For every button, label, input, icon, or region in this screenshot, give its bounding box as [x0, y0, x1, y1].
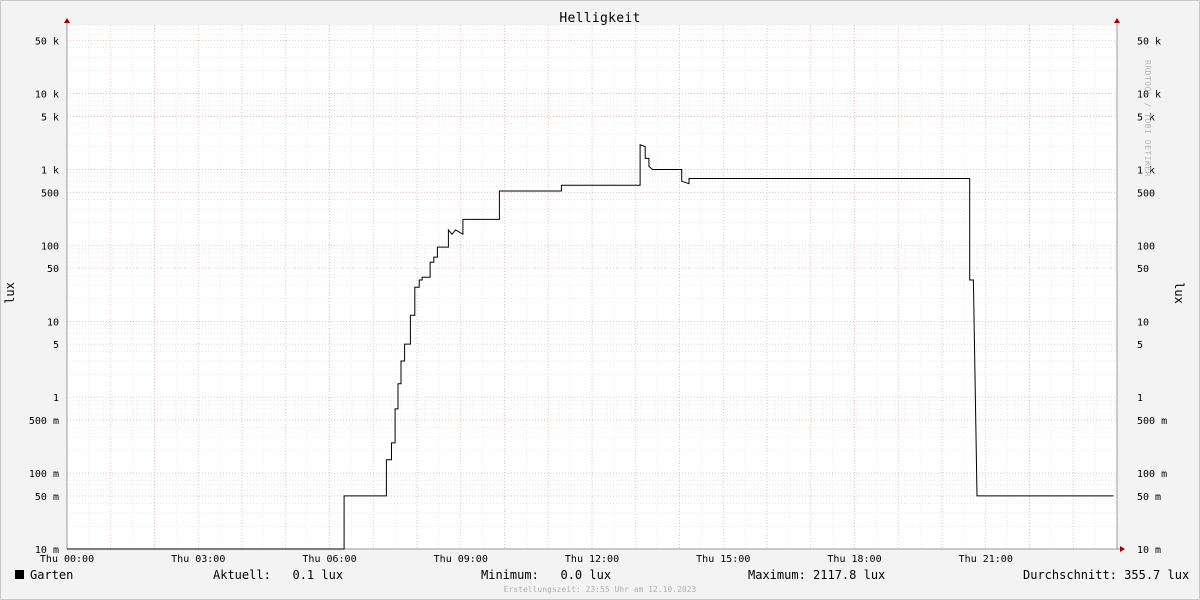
y-axis-arrow-right — [1114, 18, 1120, 23]
stat-durchschnitt: Durchschnitt: 355.7 lux — [1023, 568, 1190, 582]
y-axis-label-right: lux — [1172, 282, 1186, 304]
x-tick-label: Thu 12:00 — [565, 554, 619, 565]
y-tick-label-left: 500 m — [29, 416, 59, 427]
y-tick-label-right: 50 k — [1137, 36, 1161, 47]
legend-series-name: Garten — [30, 568, 74, 582]
legend: Garten Aktuell: 0.1 lux Minimum: 0.0 lux… — [0, 568, 1200, 584]
y-axis-arrow-left — [64, 18, 70, 23]
x-tick-label: Thu 21:00 — [959, 554, 1013, 565]
y-tick-label-right: 10 — [1137, 317, 1149, 328]
y-tick-label-right: 50 m — [1137, 492, 1161, 503]
x-tick-label: Thu 00:00 — [40, 554, 94, 565]
creation-time-footer: Erstellungszeit: 23:55 Uhr am 12.10.2023 — [503, 585, 697, 594]
y-tick-label-right: 500 m — [1137, 416, 1167, 427]
y-tick-label-left: 10 k — [35, 90, 59, 101]
y-tick-label-right: 5 — [1137, 340, 1143, 351]
legend-swatch — [15, 570, 24, 579]
y-tick-label-left: 100 m — [29, 469, 59, 480]
y-tick-label-right: 10 m — [1137, 545, 1161, 556]
chart: Helligkeit 10 m 50 m 100 m 500 m 1 5 10 50 100 50… — [0, 0, 1200, 600]
x-tick-label: Thu 18:00 — [827, 554, 881, 565]
y-tick-label-right: 1 — [1137, 393, 1143, 404]
stat-maximum: Maximum: 2117.8 lux — [748, 568, 886, 582]
stat-aktuell: Aktuell: 0.1 lux — [213, 568, 344, 582]
y-tick-label-left: 100 — [41, 241, 59, 252]
y-tick-label-left: 1 k — [41, 165, 59, 176]
stat-minimum: Minimum: 0.0 lux — [481, 568, 612, 582]
y-axis-label-left: lux — [3, 282, 17, 304]
y-tick-label-left: 50 — [47, 264, 59, 275]
y-tick-label-right: 100 m — [1137, 469, 1167, 480]
plot-area: 10 m 50 m 100 m 500 m 1 5 10 50 100 500 1 k 5 k 10 k… — [29, 18, 1167, 565]
y-tick-label-right: 500 — [1137, 188, 1155, 199]
y-tick-label-right: 50 — [1137, 264, 1149, 275]
y-tick-label-right: 100 — [1137, 241, 1155, 252]
y-tick-label-left: 1 — [53, 393, 59, 404]
y-tick-label-left: 50 m — [35, 492, 59, 503]
y-tick-label-left: 50 k — [35, 36, 59, 47]
y-tick-label-left: 5 — [53, 340, 59, 351]
y-tick-label-left: 5 k — [41, 112, 59, 123]
y-tick-label-left: 10 — [47, 317, 59, 328]
watermark: RRDTOOL / TOBI OETIKER — [1143, 60, 1152, 177]
x-tick-label: Thu 06:00 — [302, 554, 356, 565]
x-tick-label: Thu 09:00 — [434, 554, 488, 565]
x-tick-label: Thu 03:00 — [171, 554, 225, 565]
x-tick-label: Thu 15:00 — [696, 554, 750, 565]
y-tick-label-left: 500 — [41, 188, 59, 199]
x-axis-arrow — [1120, 546, 1125, 552]
